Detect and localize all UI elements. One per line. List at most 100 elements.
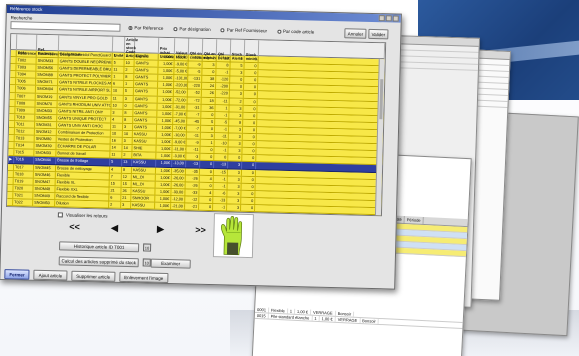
table-cell: 7: [109, 173, 122, 180]
table-cell: 2: [124, 67, 135, 74]
table-cell: 4: [199, 189, 214, 196]
radio-label: Par Réference: [134, 25, 164, 31]
table-cell: T009: [15, 107, 36, 114]
table-cell: 0: [200, 154, 215, 161]
calcul-articles-button[interactable]: Calcul des articles supprimé du stock: [58, 256, 139, 268]
table-cell: T017: [13, 163, 35, 171]
radio-dot-icon: [220, 27, 225, 32]
table-cell: GANTS NITRIL ANTI ONY: [57, 108, 112, 116]
table-cell: T014: [14, 142, 35, 150]
examiner-button[interactable]: Examiner: [150, 258, 191, 269]
table-cell: T010: [15, 114, 36, 121]
table-cell: 10: [111, 88, 124, 95]
table-cell: 8: [229, 119, 244, 126]
table-cell: 1,00€: [158, 75, 175, 82]
nav-last-button[interactable]: >>: [191, 225, 209, 235]
table-cell: 1,00€: [158, 67, 175, 75]
table-cell: T020: [13, 185, 34, 192]
table-cell: 0: [201, 111, 216, 118]
table-cell: SNOM47: [33, 178, 56, 186]
table-cell: T004: [16, 71, 37, 79]
back-cell: Pile standard étanche: [268, 313, 313, 321]
close-button[interactable]: [392, 15, 399, 22]
historique-article-button[interactable]: Historique article ID T001: [58, 241, 140, 253]
table-cell: GANTS RHODIUM UNIV ATTO: [57, 100, 112, 109]
cancel-button[interactable]: Annuler: [344, 28, 367, 39]
radio-label: Par désignation: [179, 26, 211, 33]
table-cell: 8: [123, 116, 134, 124]
table-cell: 15: [121, 180, 132, 187]
table-cell: 11: [110, 151, 123, 159]
table-cell: -21,00 €: [171, 203, 186, 210]
table-cell: 0: [199, 196, 214, 204]
table-cell: 0: [241, 204, 256, 212]
table-cell: -1: [213, 204, 228, 211]
radio-par-designation[interactable]: Par désignation: [173, 26, 211, 33]
table-cell: -31,00 €: [173, 103, 188, 111]
visualiser-retours[interactable]: Visualiser les retours: [57, 212, 108, 219]
table-cell: SNOM33: [35, 107, 58, 115]
add-article-button[interactable]: Ajout article: [33, 269, 68, 281]
table-cell: 4: [111, 116, 124, 123]
table-cell: 1,00€: [157, 103, 174, 110]
delete-article-button[interactable]: Supprimer article: [71, 270, 116, 282]
table-cell: GANTS: [132, 124, 158, 131]
historique-count[interactable]: 10: [142, 243, 152, 252]
table-cell: -26,00 €: [171, 174, 186, 182]
table-cell: 0: [242, 126, 258, 134]
table-cell: T006: [15, 85, 36, 93]
table-cell: -220: [187, 82, 203, 90]
table-cell: -7,00 €: [173, 110, 188, 118]
table-cell: -11: [215, 97, 230, 105]
table-cell: GANTS: [134, 53, 159, 60]
table-cell: 1,00€: [156, 153, 173, 160]
table-cell: 0: [241, 190, 256, 198]
remove-image-button[interactable]: Enlèvement l'image: [119, 271, 169, 284]
table-cell: 3: [227, 183, 242, 190]
table-cell: 0: [200, 125, 216, 133]
nav-next-button[interactable]: ▶: [151, 223, 169, 234]
table-cell: 0: [230, 76, 245, 84]
table-cell: -11: [214, 133, 229, 140]
calcul-count[interactable]: 10: [142, 258, 151, 267]
radio-par-ref-fournisseur[interactable]: Par Ref Fournisseur: [220, 27, 267, 33]
table-cell: GANTS: [133, 102, 158, 110]
table-cell: SNOM33: [34, 150, 57, 157]
radio-par-code-article[interactable]: Par code article: [276, 29, 314, 35]
back-cell: 0015: [254, 312, 269, 319]
minimize-button[interactable]: [378, 15, 385, 22]
table-cell: 0: [242, 162, 257, 169]
table-cell: SNOM55: [35, 114, 58, 122]
close-window-button[interactable]: Fermer: [4, 269, 30, 280]
table-cell: 0: [229, 83, 245, 91]
table-cell: 3: [227, 168, 243, 176]
table-cell: 1,00€: [155, 167, 173, 174]
table-cell: 3: [111, 109, 124, 116]
table-cell: 36: [201, 104, 216, 111]
table-cell: GANTS: [133, 88, 158, 96]
maximize-button[interactable]: [385, 15, 392, 22]
search-input[interactable]: [10, 21, 121, 32]
table-cell: KASSU: [132, 138, 157, 145]
table-cell: SNOM12: [34, 128, 57, 136]
glove-icon: [221, 216, 243, 256]
table-cell: SNOM33: [36, 57, 59, 65]
table-cell: -26: [185, 182, 200, 189]
table-cell: -12: [185, 196, 200, 203]
checkbox-icon[interactable]: [57, 212, 63, 218]
validate-button[interactable]: Valider: [368, 28, 389, 40]
table-cell: ECHARPE DE POLAR: [56, 143, 111, 151]
nav-previous-button[interactable]: ◀: [105, 222, 123, 233]
table-cell: -13: [186, 160, 201, 168]
table-cell: -9,00 €: [172, 139, 187, 146]
table-cell: 15: [109, 180, 122, 187]
table-cell: Bonnet de travail: [56, 150, 111, 158]
table-cell: 3: [227, 176, 242, 183]
back-cell: Bonsoir: [360, 318, 379, 324]
nav-first-button[interactable]: <<: [65, 222, 83, 232]
table-cell: ML_DI: [131, 173, 156, 181]
table-cell: 3: [121, 201, 132, 209]
radio-par-reference[interactable]: Par Réference: [128, 25, 164, 31]
table-cell: 6: [112, 80, 125, 88]
table-cell: -21: [185, 203, 200, 210]
